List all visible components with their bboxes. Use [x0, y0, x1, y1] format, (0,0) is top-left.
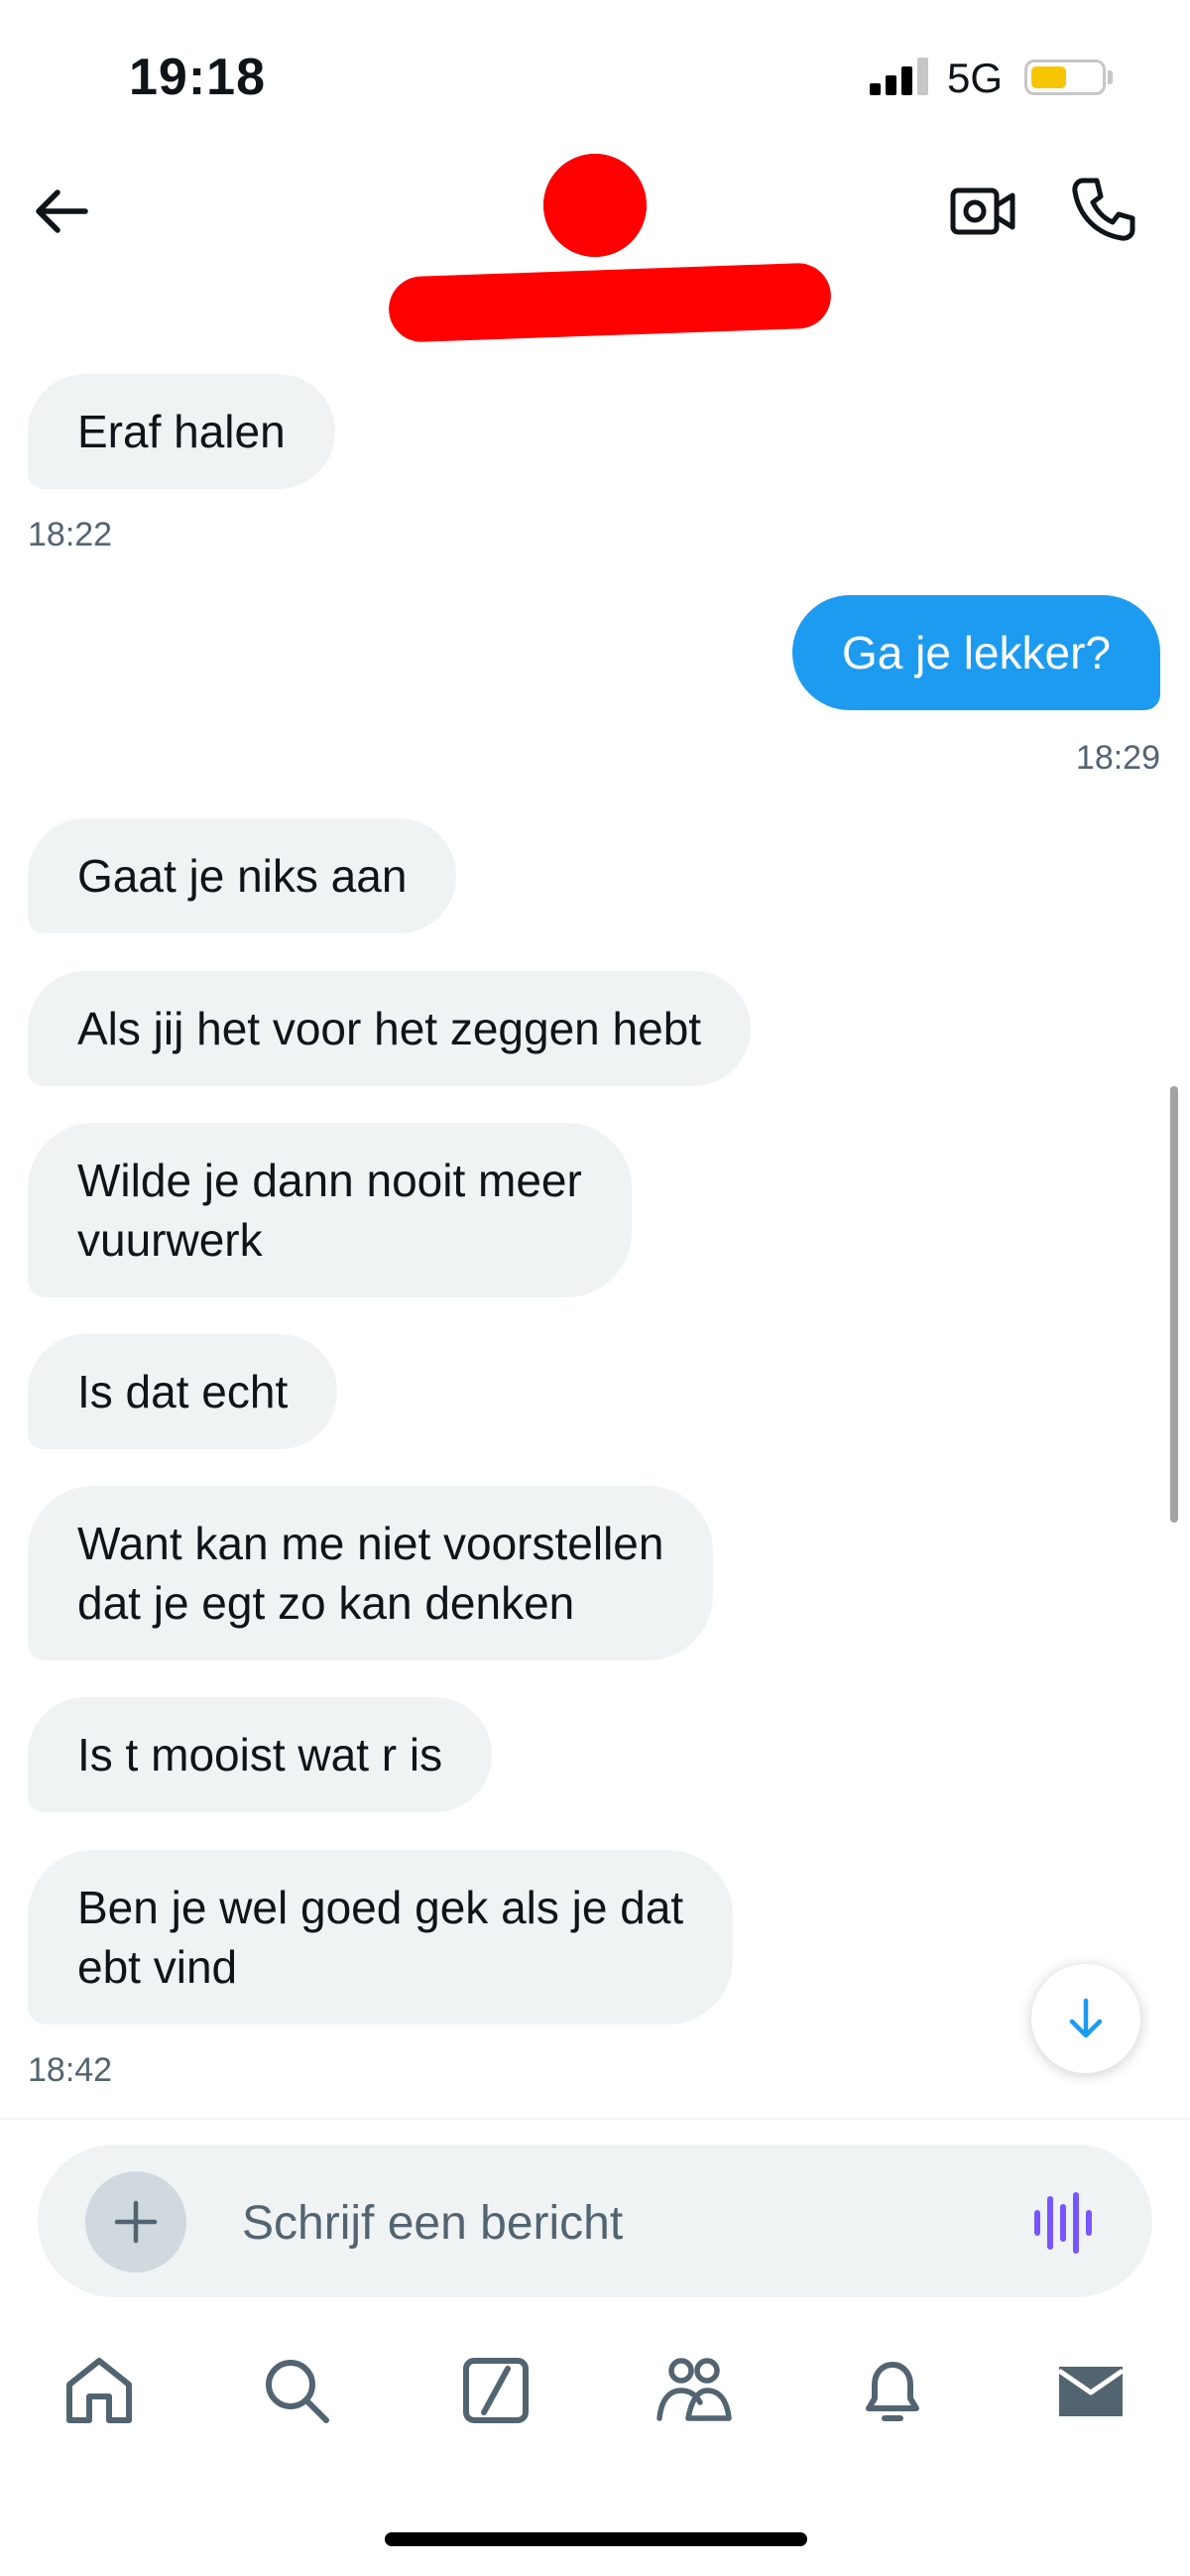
search-icon[interactable] [257, 2351, 336, 2430]
home-indicator[interactable] [385, 2532, 807, 2546]
message-input[interactable] [240, 2184, 998, 2262]
message-bubble-in[interactable]: Wilde je dann nooit meer vuurwerk [28, 1123, 632, 1297]
arrow-left-icon[interactable] [30, 179, 95, 244]
message-timestamp: 18:29 [1075, 739, 1160, 777]
add-attachment-button[interactable] [85, 2171, 186, 2272]
messages-icon[interactable] [1051, 2351, 1130, 2430]
home-icon[interactable] [60, 2351, 139, 2430]
message-timestamp: 18:42 [28, 2051, 113, 2089]
battery-icon [1024, 60, 1106, 95]
message-bubble-in[interactable]: Eraf halen [28, 374, 335, 489]
status-bar: 19:18 5G [0, 0, 1190, 149]
message-bubble-in[interactable]: Ben je wel goed gek als je dat ebt vind [28, 1850, 734, 2024]
video-camera-icon[interactable] [948, 179, 1017, 244]
message-bubble-in[interactable]: Is t mooist wat r is [28, 1697, 493, 1812]
message-timestamp: 18:22 [28, 516, 113, 553]
message-list[interactable]: Eraf halen 18:22 Ga je lekker? 18:29 Gaa… [0, 367, 1190, 2118]
message-bubble-in[interactable]: Is dat echt [28, 1334, 338, 1449]
phone-icon[interactable] [1069, 175, 1138, 244]
battery-level [1031, 66, 1066, 88]
communities-icon[interactable] [654, 2351, 734, 2430]
message-bubble-out[interactable]: Ga je lekker? [791, 595, 1160, 710]
message-bubble-in[interactable]: Want kan me niet voorstellen dat je egt … [28, 1486, 714, 1660]
grok-icon[interactable] [456, 2351, 536, 2430]
scrollbar[interactable] [1170, 1086, 1178, 1523]
contact-avatar[interactable] [543, 154, 647, 257]
cellular-signal-icon [870, 58, 928, 95]
message-bubble-in[interactable]: Als jij het voor het zeggen hebt [28, 971, 752, 1086]
scroll-to-bottom-button[interactable] [1031, 1964, 1140, 2073]
status-time: 19:18 [129, 49, 266, 106]
network-type: 5G [947, 55, 1004, 101]
battery-cap [1108, 70, 1113, 84]
avatar-redaction [543, 154, 647, 257]
arrow-down-icon [1069, 1998, 1103, 2038]
voice-message-icon[interactable] [1031, 2190, 1101, 2256]
notifications-icon[interactable] [853, 2351, 932, 2430]
message-bubble-in[interactable]: Gaat je niks aan [28, 818, 457, 933]
plus-icon [114, 2200, 158, 2244]
